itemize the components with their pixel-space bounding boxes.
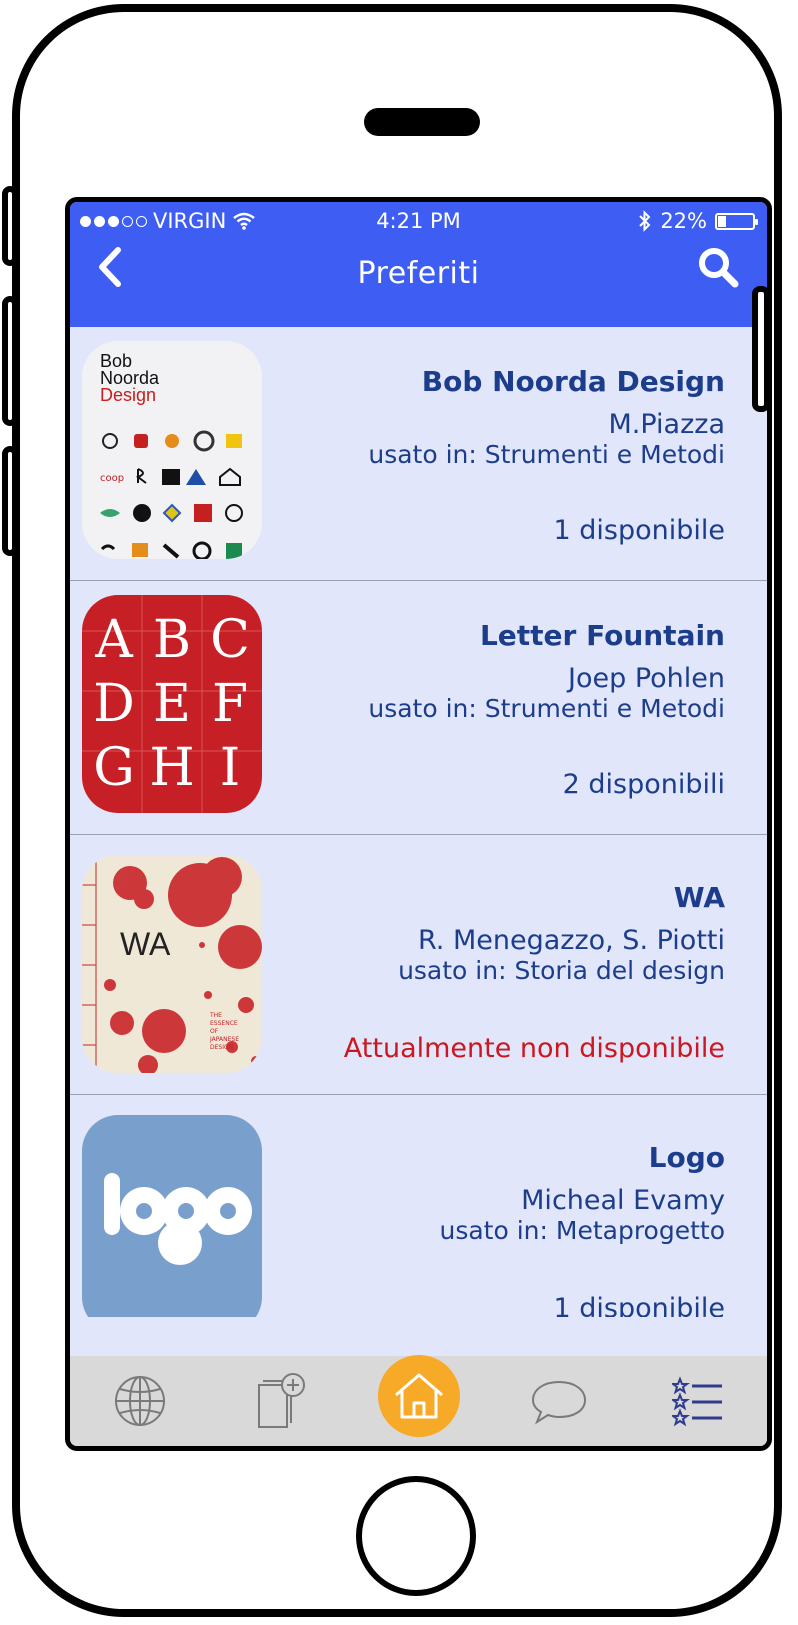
book-author: Joep Pohlen [568,663,725,694]
availability-status: 2 disponibili [562,769,725,800]
logo-cover-image: logo [104,1173,252,1265]
header: VIRGIN 4:21 PM 22% Preferiti [70,202,767,327]
book-usage: usato in: Storia del design [398,956,725,985]
bluetooth-icon [639,210,651,232]
logo-grid: coop [100,430,243,559]
home-icon [394,1373,443,1419]
book-title: WA [673,881,725,914]
book-author: M.Piazza [608,409,725,440]
battery-percent: 22% [660,209,707,233]
cover-subtitle-line: THE [209,1012,222,1019]
svg-text:coop: coop [100,473,124,484]
book-cover: logo [82,1115,262,1317]
tab-explore[interactable] [100,1361,180,1441]
cover-letter: G [93,738,135,798]
phone-power-button [752,286,770,412]
cover-subtitle-line: JAPANESE [209,1036,239,1043]
book-info: Letter Fountain Joep Pohlen usato in: St… [305,619,725,724]
search-button[interactable] [695,244,743,292]
phone-home-button[interactable] [356,1476,476,1596]
cover-letter: I [220,738,241,798]
availability-status: 1 disponibile [553,515,726,546]
book-usage: usato in: Strumenti e Metodi [368,694,725,723]
status-right: 22% [638,209,758,233]
status-bar: VIRGIN 4:21 PM 22% [70,202,767,238]
battery-level [718,215,726,227]
letter-fountain-cover-image: A B C D E F G H I [82,595,262,813]
app-screen: VIRGIN 4:21 PM 22% Preferiti Bob Noorda … [65,197,772,1451]
cover-letter: B [153,610,191,670]
favorites-list-icon [671,1376,722,1427]
tab-messages[interactable] [519,1361,599,1441]
cover-letter: A [94,610,134,670]
book-cover: A B C D E F G H I [82,595,262,813]
cover-letter: F [212,674,248,734]
list-item[interactable]: WA THE ESSENCE OF JAPANESE DESIGN WA R. … [70,835,767,1095]
cover-letter: H [149,738,194,798]
tab-favorites[interactable] [658,1361,738,1441]
phone-mute-switch [2,186,18,266]
book-info: Bob Noorda Design M.Piazza usato in: Str… [305,365,725,470]
phone-frame: VIRGIN 4:21 PM 22% Preferiti Bob Noorda … [12,4,782,1617]
cover-subtitle-line: DESIGN [210,1044,233,1051]
phone-volume-down-button [2,446,18,556]
cover-title: WA [120,926,171,962]
cover-text-line: Design [100,385,156,405]
book-title: Bob Noorda Design [421,365,725,398]
cover-subtitle-line: OF [210,1028,219,1035]
phone-volume-up-button [2,296,18,426]
list-item[interactable]: logo Logo Micheal Evamy usato in: Metapr… [70,1095,767,1317]
book-usage: usato in: Strumenti e Metodi [368,440,725,469]
chat-bubble-icon [531,1380,586,1425]
book-info: WA R. Menegazzo, S. Piotti usato in: Sto… [305,881,725,986]
book-cover: Bob Noorda Design coop [82,341,262,559]
book-cover: WA THE ESSENCE OF JAPANESE DESIGN [82,855,262,1073]
book-title: Logo [648,1141,725,1174]
list-item[interactable]: Bob Noorda Design coop Bob Noorda Design… [70,327,767,581]
cover-letter: D [93,674,135,734]
book-author: Micheal Evamy [521,1185,725,1216]
availability-status: 1 disponibile [553,1293,726,1317]
book-title: Letter Fountain [479,619,725,652]
globe-icon [114,1376,165,1426]
book-info: Logo Micheal Evamy usato in: Metaprogett… [305,1141,725,1246]
phone-speaker [364,108,480,136]
cover-subtitle-line: ESSENCE [210,1020,238,1027]
tab-bar [70,1355,767,1446]
search-icon [699,248,739,288]
book-usage: usato in: Metaprogetto [439,1216,725,1245]
favorites-list: Bob Noorda Design coop Bob Noorda Design… [70,327,767,1317]
add-book-icon [257,1373,305,1428]
cover-letter: E [153,674,191,734]
battery-icon [715,212,758,230]
cover-letter: C [210,610,250,670]
tab-home[interactable] [377,1355,460,1437]
tab-add-book[interactable] [239,1361,319,1441]
list-item[interactable]: A B C D E F G H I Letter Fountain Joep P… [70,581,767,835]
wa-cover-image: WA THE ESSENCE OF JAPANESE DESIGN [82,855,262,1073]
availability-status: Attualmente non disponibile [343,1033,725,1064]
book-author: R. Menegazzo, S. Piotti [418,925,725,956]
page-title: Preferiti [357,256,480,291]
bob-noorda-cover-image: Bob Noorda Design coop [100,351,243,559]
